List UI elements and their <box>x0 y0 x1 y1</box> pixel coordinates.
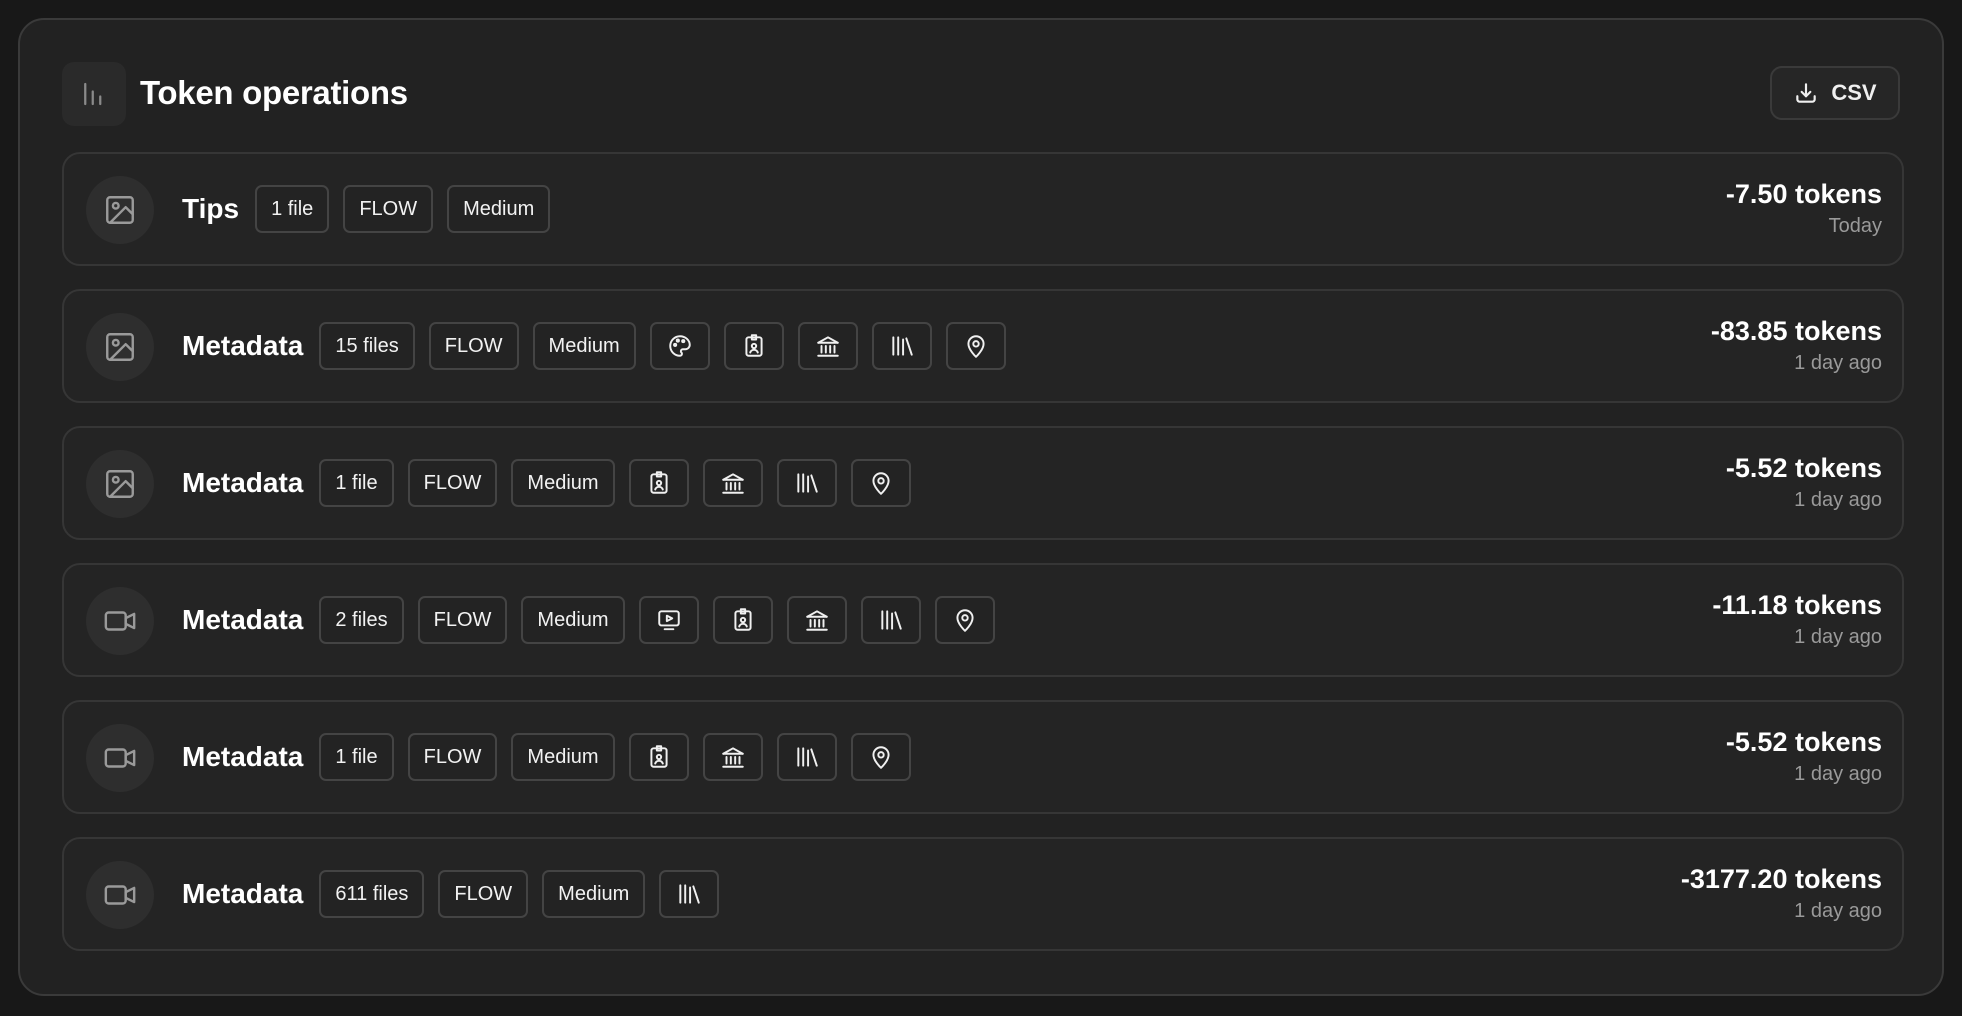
library-icon <box>659 870 720 918</box>
location-pin-icon <box>850 459 911 507</box>
video-play-icon <box>638 596 699 644</box>
export-csv-button[interactable]: CSV <box>1770 66 1900 120</box>
image-icon <box>86 450 154 518</box>
id-badge-icon <box>712 596 773 644</box>
operation-title: Metadata <box>182 330 304 361</box>
quality-chip: Medium <box>532 322 636 370</box>
location-pin-icon <box>934 596 995 644</box>
token-operations-panel: Token operations CSV Tips 1 file FLOW Mediu… <box>18 18 1944 996</box>
operations-list: Tips 1 file FLOW Medium -7.50 tokens Today Met… <box>62 152 1904 974</box>
operation-details: Metadata 2 files FLOW Medium <box>182 565 995 675</box>
bank-icon <box>797 322 858 370</box>
operation-summary: -5.52 tokens 1 day ago <box>1726 452 1882 514</box>
bar-chart-icon <box>62 62 126 126</box>
operation-title: Metadata <box>182 467 304 498</box>
page-title: Token operations <box>140 74 408 111</box>
quality-chip: Medium <box>447 185 551 233</box>
location-pin-icon <box>945 322 1006 370</box>
library-icon <box>860 596 921 644</box>
file-count-chip: 2 files <box>319 596 404 644</box>
operation-details: Metadata 1 file FLOW Medium <box>182 428 911 538</box>
export-csv-label: CSV <box>1831 80 1877 105</box>
engine-chip: FLOW <box>407 459 498 507</box>
operation-title: Metadata <box>182 878 304 909</box>
quality-chip: Medium <box>511 733 615 781</box>
engine-chip: FLOW <box>438 870 529 918</box>
quality-chip: Medium <box>521 596 625 644</box>
token-amount: -5.52 tokens <box>1725 727 1882 757</box>
location-pin-icon <box>850 733 911 781</box>
engine-chip: FLOW <box>417 596 508 644</box>
operation-row[interactable]: Metadata 1 file FLOW Medium -5.52 tokens 1 da… <box>62 700 1904 814</box>
download-icon <box>1793 80 1819 106</box>
library-icon <box>776 459 837 507</box>
operation-time: 1 day ago <box>1794 489 1882 511</box>
image-icon <box>86 313 154 381</box>
operation-details: Metadata 1 file FLOW Medium <box>182 702 911 812</box>
operation-summary: -11.18 tokens 1 day ago <box>1712 589 1882 651</box>
operation-time: 1 day ago <box>1794 352 1882 374</box>
token-amount: -3177.20 tokens <box>1680 864 1882 894</box>
operation-details: Metadata 15 files FLOW Medium <box>182 291 1006 401</box>
operation-details: Metadata 611 files FLOW Medium <box>182 839 720 949</box>
operation-details: Tips 1 file FLOW Medium <box>182 154 551 264</box>
video-icon <box>86 724 154 792</box>
file-count-chip: 611 files <box>319 870 425 918</box>
id-badge-icon <box>628 733 689 781</box>
engine-chip: FLOW <box>343 185 434 233</box>
quality-chip: Medium <box>511 459 615 507</box>
panel-header: Token operations CSV <box>62 62 1900 126</box>
operation-summary: -5.52 tokens 1 day ago <box>1726 726 1882 788</box>
file-count-chip: 1 file <box>255 185 330 233</box>
file-count-chip: 15 files <box>319 322 415 370</box>
id-badge-icon <box>628 459 689 507</box>
operation-row[interactable]: Metadata 15 files FLOW Medium -83.85 tokens 1… <box>62 289 1904 403</box>
token-amount: -5.52 tokens <box>1725 453 1882 483</box>
bank-icon <box>702 459 763 507</box>
palette-icon <box>649 322 710 370</box>
token-amount: -7.50 tokens <box>1725 179 1882 209</box>
operation-row[interactable]: Metadata 2 files FLOW Medium -11.18 tokens 1 … <box>62 563 1904 677</box>
video-icon <box>86 861 154 929</box>
image-icon <box>86 176 154 244</box>
operation-row[interactable]: Metadata 611 files FLOW Medium -3177.20 toke… <box>62 837 1904 951</box>
library-icon <box>776 733 837 781</box>
operation-summary: -3177.20 tokens 1 day ago <box>1681 863 1882 925</box>
bank-icon <box>786 596 847 644</box>
operation-time: 1 day ago <box>1794 900 1882 922</box>
quality-chip: Medium <box>542 870 646 918</box>
library-icon <box>871 322 932 370</box>
token-amount: -11.18 tokens <box>1712 590 1882 620</box>
id-badge-icon <box>723 322 784 370</box>
operation-summary: -7.50 tokens Today <box>1726 178 1882 240</box>
operation-time: 1 day ago <box>1794 763 1882 785</box>
operation-row[interactable]: Tips 1 file FLOW Medium -7.50 tokens Today <box>62 152 1904 266</box>
file-count-chip: 1 file <box>319 733 394 781</box>
operation-title: Metadata <box>182 604 304 635</box>
token-amount: -83.85 tokens <box>1710 316 1882 346</box>
operation-row[interactable]: Metadata 1 file FLOW Medium -5.52 tokens 1 da… <box>62 426 1904 540</box>
operation-time: 1 day ago <box>1794 626 1882 648</box>
engine-chip: FLOW <box>428 322 519 370</box>
engine-chip: FLOW <box>407 733 498 781</box>
video-icon <box>86 587 154 655</box>
operation-time: Today <box>1828 215 1882 237</box>
operation-summary: -83.85 tokens 1 day ago <box>1711 315 1882 377</box>
operation-title: Tips <box>182 193 240 224</box>
operation-title: Metadata <box>182 741 304 772</box>
bank-icon <box>702 733 763 781</box>
file-count-chip: 1 file <box>319 459 394 507</box>
